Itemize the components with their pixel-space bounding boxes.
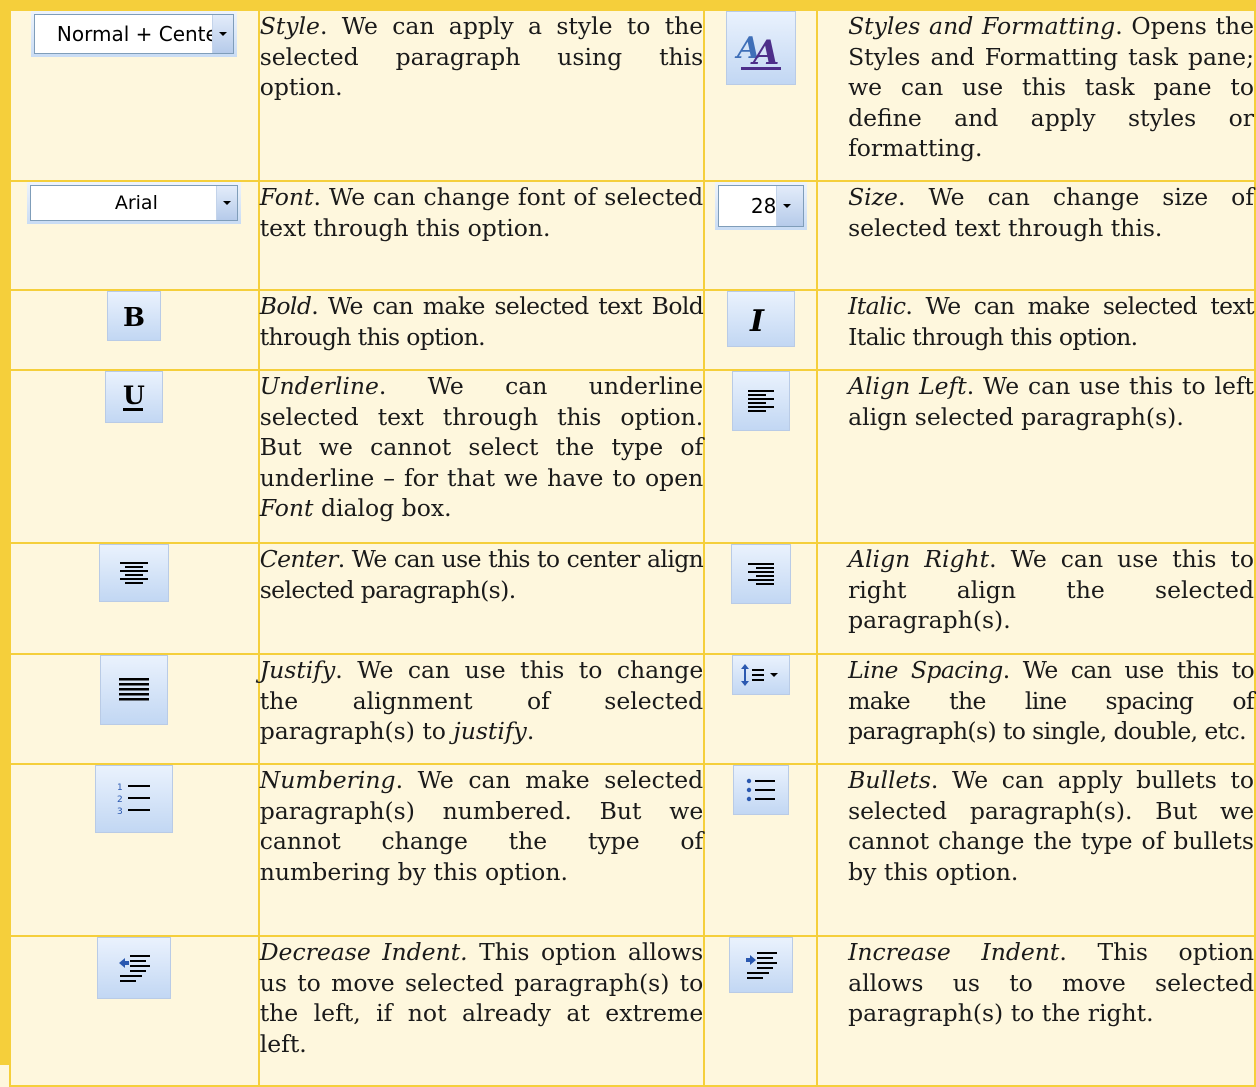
decrease-indent-description: Decrease Indent. This option allows us t… [257,935,706,1087]
numbering-description: Numbering. We can make selected paragrap… [257,763,706,937]
italic-icon-cell: I [703,289,819,371]
svg-text:3: 3 [117,807,123,817]
table-row: Normal + Cente Style. We can apply a sty… [9,9,1256,182]
table-row: Decrease Indent. This option allows us t… [9,935,1256,1087]
chevron-down-icon[interactable] [216,186,238,220]
table-row: Center. We can use this to center align … [9,542,1256,655]
decrease-indent-icon-cell [9,935,260,1087]
bullets-icon[interactable] [732,765,789,815]
bold-icon[interactable]: B [107,291,162,341]
term: Italic [848,292,906,320]
bullets-icon-cell [703,763,819,937]
description-text: dialog box. [313,494,452,522]
increase-indent-icon-cell [703,935,819,1087]
chevron-down-icon[interactable] [775,186,803,226]
bold-description: Bold. We can make selected text Bold thr… [257,289,706,371]
term: Size [848,183,898,211]
term: Align Right [848,545,990,573]
style-description: Style. We can apply a style to the selec… [257,9,706,182]
term: Justify [259,656,336,684]
size-combo[interactable]: 28 [714,182,807,230]
reference-table-frame: © NCERT not to be republished Normal + C… [0,0,1256,1087]
svg-text:U: U [123,381,145,410]
underline-icon[interactable]: U [105,371,164,423]
align-left-description: Align Left. We can use this to left alig… [816,369,1256,544]
table-row: Arial Font. We can change font of select… [9,180,1256,291]
font-combo-value: Arial [114,192,158,214]
font-icon-cell: Arial [9,180,260,291]
justify-icon-cell [9,653,260,765]
font-description: Font. We can change font of selected tex… [257,180,706,291]
svg-text:2: 2 [117,795,123,805]
term: Center [259,545,339,573]
center-icon-cell [9,542,260,655]
term: Underline [259,372,379,400]
description-text: . We can change size of selected text th… [848,183,1254,242]
description-text: . [526,717,535,745]
svg-text:I: I [749,304,765,336]
description-text: . We can change font of selected text th… [259,183,704,242]
size-description: Size. We can change size of selected tex… [816,180,1256,291]
description-text: . We can apply a style to the selected p… [259,12,704,101]
styles-formatting-icon-cell: A A [703,9,819,182]
style-combo[interactable]: Normal + Cente [31,11,238,57]
center-icon[interactable] [99,544,170,602]
table-row: Justify. We can use this to change the a… [9,653,1256,765]
underline-icon-cell: U [9,369,260,544]
emphasis: Font [259,494,314,522]
table-row: U Underline. We can underline selected t… [9,369,1256,544]
svg-text:B: B [123,303,145,331]
term: Align Left [848,372,967,400]
term: Styles and Formatting [848,12,1116,40]
align-left-icon-cell [703,369,819,544]
increase-indent-icon[interactable] [728,937,793,993]
term: Style [259,12,320,40]
term: Bullets [848,766,931,794]
line-spacing-icon-cell [703,653,819,765]
style-icon-cell: Normal + Cente [9,9,260,182]
style-combo-value: Normal + Cente [56,22,218,46]
emphasis: justify [453,717,527,745]
term: Numbering [259,766,396,794]
description-text: . We can make selected text Bold through… [259,292,704,351]
styles-formatting-description: Styles and Formatting. Opens the Styles … [816,9,1256,182]
size-icon-cell: 28 [703,180,819,291]
italic-icon[interactable]: I [726,291,795,347]
align-left-icon[interactable] [731,371,790,431]
term: Decrease Indent. [259,938,468,966]
bold-icon-cell: B [9,289,260,371]
svg-text:1: 1 [117,783,123,793]
bullets-description: Bullets. We can apply bullets to selecte… [816,763,1256,937]
decrease-indent-icon[interactable] [97,937,172,999]
size-combo-value: 28 [750,194,777,218]
table-row: B Bold. We can make selected text Bold t… [9,289,1256,371]
line-spacing-icon[interactable] [731,655,790,695]
chevron-down-icon[interactable] [212,15,234,53]
term: Bold [259,292,312,320]
term: Increase Indent [848,938,1060,966]
line-spacing-description: Line Spacing. We can use this to make th… [816,653,1256,765]
numbering-icon-cell: 1 2 3 [9,763,260,937]
underline-description: Underline. We can underline selected tex… [257,369,706,544]
toolbar-reference-table: Normal + Cente Style. We can apply a sty… [9,9,1256,1087]
styles-formatting-icon[interactable]: A A [725,11,796,85]
center-description: Center. We can use this to center align … [257,542,706,655]
description-text: . We can make selected text Italic throu… [848,292,1255,351]
term: Line Spacing [848,656,1003,684]
align-right-description: Align Right. We can use this to right al… [816,542,1256,655]
justify-icon[interactable] [100,655,169,725]
term: Font [259,183,314,211]
justify-description: Justify. We can use this to change the a… [257,653,706,765]
top-border [0,0,1256,9]
font-combo[interactable]: Arial [27,182,242,224]
increase-indent-description: Increase Indent. This option allows us t… [816,935,1256,1087]
table-row: 1 2 3 Numbering. We can make selected pa… [9,763,1256,937]
align-right-icon-cell [703,542,819,655]
numbering-icon[interactable]: 1 2 3 [95,765,174,833]
italic-description: Italic. We can make selected text Italic… [816,289,1256,371]
align-right-icon[interactable] [730,544,791,604]
left-border [0,0,9,1065]
